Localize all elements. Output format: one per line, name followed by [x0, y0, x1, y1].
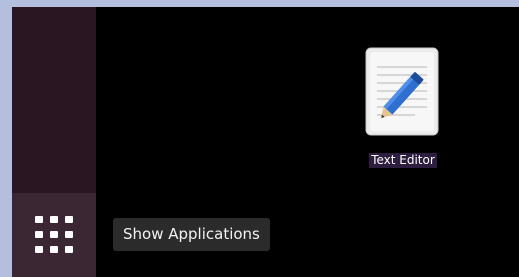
desktop-icon-text-editor[interactable]: Text Editor [353, 47, 453, 168]
grid-icon [35, 216, 73, 253]
desktop-icon-label: Text Editor [369, 153, 437, 168]
text-editor-icon [365, 47, 441, 137]
show-applications-button[interactable] [12, 193, 96, 277]
show-applications-tooltip: Show Applications [113, 218, 270, 251]
desktop: Show Applications Text Editor [12, 7, 519, 277]
dock [12, 7, 96, 277]
